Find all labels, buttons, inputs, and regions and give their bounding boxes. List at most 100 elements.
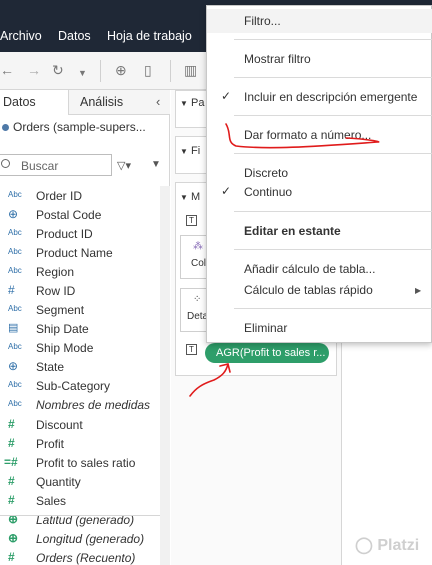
calculated-field-icon: =# — [4, 455, 18, 469]
tab-analisis[interactable]: Análisis — [80, 95, 123, 109]
list-item[interactable]: =# Profit to sales ratio — [0, 453, 160, 472]
number-type-icon: # — [8, 474, 15, 488]
string-type-icon: Abc — [8, 342, 22, 351]
field-list: Abc Order ID ⊕ Postal Code Abc Product ID A… — [0, 186, 160, 565]
list-item[interactable]: ⊕ State — [0, 357, 160, 376]
pause-updates-icon[interactable]: ▯ — [144, 63, 152, 77]
field-label: Quantity — [36, 475, 81, 489]
list-item[interactable]: Abc Product ID — [0, 224, 160, 243]
field-label: Discount — [36, 418, 83, 432]
redo-icon[interactable]: ↻ — [52, 63, 64, 77]
menu-archivo[interactable]: Archivo — [0, 29, 42, 43]
number-type-icon: # — [8, 436, 15, 450]
menu-datos[interactable]: Datos — [58, 29, 91, 43]
sort-menu-icon[interactable]: ▼ — [151, 159, 161, 170]
menu-separator — [234, 39, 432, 40]
list-item[interactable]: Abc Nombres de medidas — [0, 395, 160, 414]
list-item[interactable]: Abc Order ID — [0, 186, 160, 205]
menu-separator — [234, 153, 432, 154]
field-label: Ship Mode — [36, 341, 94, 355]
color-dots-icon: ⁂ — [193, 241, 203, 252]
menu-item-eliminar[interactable]: Eliminar — [244, 321, 287, 335]
field-label: Nombres de medidas — [36, 398, 151, 412]
back-arrow-icon[interactable]: ← — [0, 63, 14, 77]
string-type-icon: Abc — [8, 247, 22, 256]
list-item[interactable]: ⊕ Longitud (generado) — [0, 529, 160, 548]
menu-item-anadir-calculo[interactable]: Añadir cálculo de tabla... — [244, 262, 375, 276]
menu-item-filtro[interactable]: Filtro... — [244, 14, 281, 28]
menu-item-editar-en-estante[interactable]: Editar en estante — [244, 224, 341, 238]
menu-separator — [234, 77, 432, 78]
list-item[interactable]: # Row ID — [0, 281, 160, 300]
list-item[interactable]: Abc Product Name — [0, 243, 160, 262]
color-button[interactable]: ⁂ Col — [180, 235, 208, 279]
menu-separator — [234, 249, 432, 250]
list-item[interactable]: ▤ Ship Date — [0, 319, 160, 338]
new-sheet-icon[interactable]: ▥ — [184, 63, 197, 77]
field-label: Product ID — [36, 227, 93, 241]
string-type-icon: Abc — [8, 304, 22, 313]
mark-type-text-icon[interactable]: T — [186, 215, 197, 226]
datasource-row[interactable]: Orders (sample-supers... — [0, 120, 146, 134]
datasource-icon — [2, 124, 9, 131]
list-item[interactable]: Abc Ship Mode — [0, 338, 160, 357]
list-item[interactable]: # Orders (Recuento) — [0, 548, 160, 565]
string-type-icon: Abc — [8, 228, 22, 237]
tab-datos[interactable]: Datos — [0, 90, 69, 115]
context-menu: Filtro... Mostrar filtro ✓ Incluir en de… — [206, 5, 432, 343]
list-item[interactable]: # Sales — [0, 491, 160, 510]
menu-item-continuo[interactable]: Continuo — [244, 185, 292, 199]
detail-button-label: Deta — [187, 311, 208, 322]
chevron-down-icon[interactable]: ▼ — [78, 66, 87, 80]
field-label: Row ID — [36, 284, 76, 298]
menu-separator — [234, 211, 432, 212]
forward-arrow-icon[interactable]: → — [27, 63, 41, 77]
field-label: Sales — [36, 494, 67, 508]
field-label: Ship Date — [36, 322, 89, 336]
field-label: Product Name — [36, 246, 113, 260]
menu-item-dar-formato[interactable]: Dar formato a número... — [244, 128, 371, 142]
filter-icon[interactable]: ▽▾ — [117, 159, 131, 172]
list-item[interactable]: ⊕ Latitud (generado) — [0, 510, 160, 529]
detail-button[interactable]: ⁘ Deta — [180, 288, 208, 332]
field-label: State — [36, 360, 65, 374]
globe-icon: ⊕ — [8, 207, 19, 221]
datasource-name: Orders (sample-supers... — [13, 120, 146, 134]
field-label: Segment — [36, 303, 85, 317]
filters-card-label: Fi — [190, 145, 201, 157]
field-label: Orders (Recuento) — [36, 551, 136, 565]
pages-card-title: ▼ Pa — [180, 97, 205, 109]
menu-item-discreto[interactable]: Discreto — [244, 166, 288, 180]
list-item[interactable]: Abc Segment — [0, 300, 160, 319]
field-label: Order ID — [36, 189, 83, 203]
collapse-pane-icon[interactable]: ‹ — [156, 94, 160, 109]
globe-icon: ⊕ — [8, 531, 19, 545]
new-datasource-icon[interactable]: ⊕ — [115, 63, 127, 77]
field-label: Sub-Category — [36, 379, 111, 393]
measure-pill[interactable]: AGR(Profit to sales r... — [205, 343, 329, 363]
search-icon — [1, 159, 10, 168]
list-item[interactable]: # Quantity — [0, 472, 160, 491]
watermark-text: Platzi — [377, 537, 420, 554]
field-label: Region — [36, 265, 75, 279]
check-icon: ✓ — [221, 184, 232, 198]
list-item[interactable]: # Discount — [0, 415, 160, 434]
number-type-icon: # — [8, 550, 15, 564]
menu-item-incluir-descripcion[interactable]: Incluir en descripción emergente — [244, 90, 417, 104]
menu-hoja-de-trabajo[interactable]: Hoja de trabajo — [107, 29, 192, 43]
list-item[interactable]: Abc Region — [0, 262, 160, 281]
list-item[interactable]: Abc Sub-Category — [0, 376, 160, 395]
data-pane: Datos Análisis ‹ Orders (sample-supers..… — [0, 90, 170, 565]
submenu-arrow-icon: ▶ — [415, 286, 422, 295]
color-button-label: Col — [191, 258, 207, 269]
text-encoding-icon: T — [186, 344, 197, 355]
list-item[interactable]: ⊕ Postal Code — [0, 205, 160, 224]
field-list-scrollbar[interactable] — [160, 186, 170, 565]
menu-item-calculo-rapido[interactable]: Cálculo de tablas rápido — [244, 283, 373, 297]
number-type-icon: # — [8, 417, 15, 431]
menu-item-mostrar-filtro[interactable]: Mostrar filtro — [244, 52, 311, 66]
list-item[interactable]: # Profit — [0, 434, 160, 453]
calendar-icon: ▤ — [8, 322, 19, 334]
search-input[interactable]: Buscar — [0, 154, 112, 176]
watermark-logo: ◯ Platzi — [355, 535, 419, 555]
